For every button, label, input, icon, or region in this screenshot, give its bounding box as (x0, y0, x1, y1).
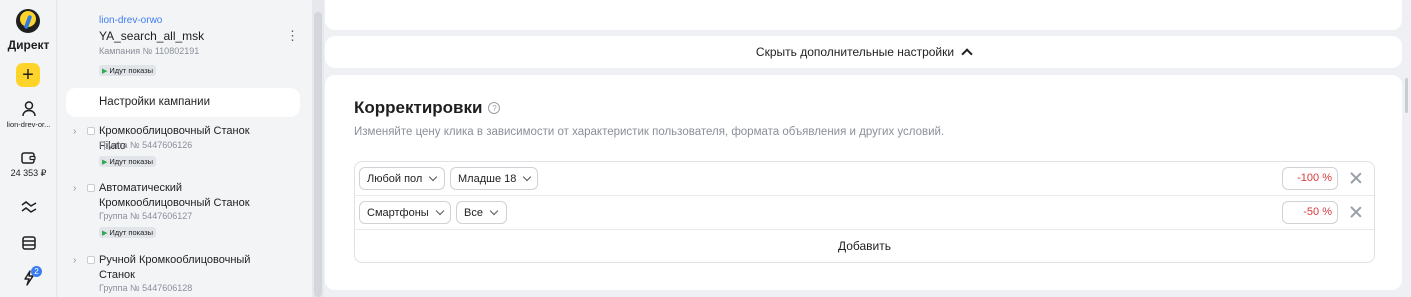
group-checkbox[interactable] (87, 256, 95, 264)
campaign-number: Кампания № 110802191 (99, 46, 200, 56)
balance-menu[interactable]: 24 353 ₽ (0, 151, 57, 179)
play-icon: ▶ (102, 67, 108, 75)
yandex-logo-icon[interactable] (16, 9, 40, 33)
gender-select[interactable]: Любой пол (359, 167, 445, 190)
section-title: Корректировки ? (354, 98, 501, 118)
user-icon (21, 101, 36, 117)
chevron-down-icon (489, 206, 499, 216)
chevron-right-icon[interactable]: › (73, 255, 76, 266)
status-text: Идут показы (109, 66, 154, 75)
adjustments-card: Корректировки ? Изменяйте цену клика в з… (325, 75, 1402, 290)
account-menu[interactable]: lion-drev-or... (0, 101, 57, 129)
group-number: Группа № 5447606126 (99, 140, 193, 150)
trends-icon (21, 201, 36, 213)
status-badge: ▶ Идут показы (99, 156, 157, 167)
create-plus-icon[interactable]: + (16, 63, 40, 87)
wallet-icon (21, 152, 36, 164)
chevron-down-icon (523, 172, 532, 182)
account-login[interactable]: lion-drev-orwo (99, 15, 162, 26)
group-name: Ручной Кромкооблицовочный Станок (99, 254, 251, 281)
chevron-down-icon (435, 206, 444, 216)
group-checkbox[interactable] (87, 127, 95, 135)
status-text: Идут показы (109, 228, 154, 237)
status-badge: ▶ Идут показы (99, 65, 157, 76)
select-value: Смартфоны (367, 206, 429, 219)
page-scrollbar[interactable] (1402, 0, 1411, 297)
chevron-up-icon (961, 48, 973, 60)
help-icon[interactable]: ? (488, 102, 501, 114)
notification-badge: 2 (31, 266, 42, 277)
play-icon: ▶ (102, 229, 108, 237)
tree-scrollbar[interactable] (312, 0, 324, 297)
group-number: Группа № 5447606128 (99, 283, 193, 293)
list-icon (21, 236, 36, 250)
add-adjustment-button[interactable]: Добавить (355, 230, 1374, 263)
select-value: Младше 18 (458, 172, 517, 185)
group-number: Группа № 5447606127 (99, 211, 193, 221)
section-subtitle: Изменяйте цену клика в зависимости от ха… (354, 126, 945, 138)
bid-percent-input[interactable]: -100 % (1282, 167, 1338, 190)
adjustment-row: Смартфоны Все -50 % (355, 196, 1374, 230)
section-title-text: Корректировки (354, 98, 483, 117)
account-short-label: lion-drev-or... (6, 120, 51, 129)
brand-label[interactable]: Директ (0, 38, 57, 52)
adjustments-table: Любой пол Младше 18 -100 % Смартфоны Все… (354, 161, 1375, 263)
select-value: Любой пол (367, 172, 423, 185)
list-menu[interactable] (0, 236, 57, 250)
chevron-down-icon (429, 172, 438, 182)
chevron-right-icon[interactable]: › (73, 183, 76, 194)
chevron-right-icon[interactable]: › (73, 126, 76, 137)
left-rail: Директ + lion-drev-or... 24 353 ₽ 2 (0, 0, 57, 297)
more-options-icon[interactable]: ⋮ (286, 28, 299, 44)
status-badge: ▶ Идут показы (99, 227, 157, 238)
play-icon: ▶ (102, 158, 108, 166)
toggle-label: Скрыть дополнительные настройки (755, 45, 955, 59)
close-icon[interactable] (1350, 206, 1362, 218)
lightning-menu[interactable] (0, 270, 57, 286)
select-value: Все (464, 206, 483, 219)
scrollbar-thumb[interactable] (314, 12, 322, 297)
campaign-name[interactable]: YA_search_all_msk (99, 29, 204, 43)
close-icon[interactable] (1350, 172, 1362, 184)
group-name: Автоматический Кромкооблицовочный Станок (99, 182, 250, 209)
status-text: Идут показы (109, 157, 154, 166)
campaign-settings-item[interactable]: Настройки кампании (66, 88, 300, 117)
hide-extra-settings-button[interactable]: Скрыть дополнительные настройки (325, 36, 1402, 68)
balance-label: 24 353 ₽ (10, 168, 47, 178)
campaign-tree: lion-drev-orwo YA_search_all_msk ⋮ Кампа… (58, 0, 312, 297)
scrollbar-thumb[interactable] (1405, 78, 1408, 113)
age-select[interactable]: Младше 18 (450, 167, 538, 190)
bid-percent-input[interactable]: -50 % (1282, 201, 1338, 224)
trends-menu[interactable] (0, 201, 57, 213)
group-checkbox[interactable] (87, 184, 95, 192)
adjustment-row: Любой пол Младше 18 -100 % (355, 162, 1374, 196)
previous-settings-card (325, 0, 1402, 30)
device-select[interactable]: Смартфоны (359, 201, 451, 224)
os-select[interactable]: Все (456, 201, 507, 224)
